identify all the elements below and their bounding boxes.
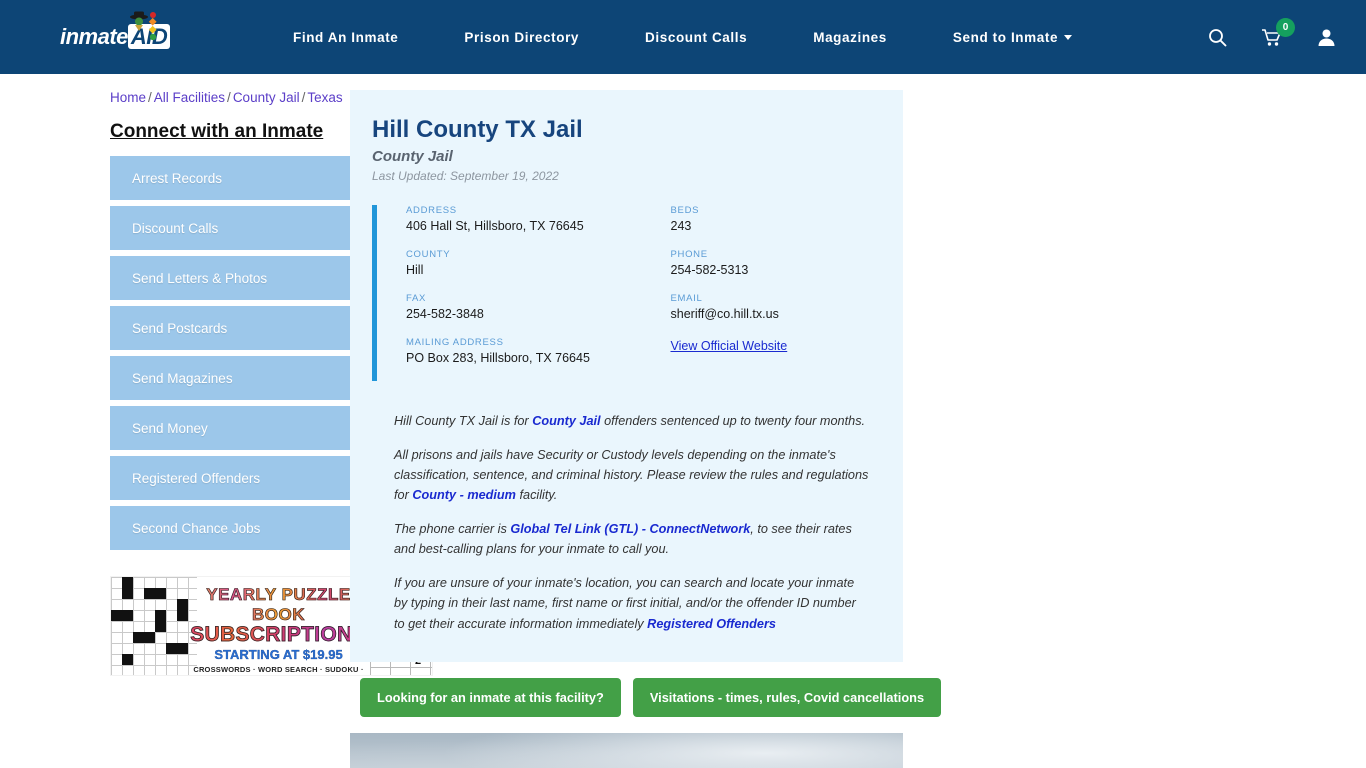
detail-address: ADDRESS 406 Hall St, Hillsboro, TX 76645 <box>406 205 644 233</box>
site-logo[interactable]: inmate AID <box>60 11 180 57</box>
desc-p4-text-a: If you are unsure of your inmate's locat… <box>394 576 856 631</box>
left-sidebar: Home / All Facilities / County Jail / Texas Co… <box>0 90 434 768</box>
ad-line-2: SUBSCRIPTIONS <box>183 623 374 647</box>
facility-details-right-column: BEDS 243 PHONE 254-582-5313 EMAIL sherif… <box>644 205 882 381</box>
page-title: Hill County TX Jail <box>372 116 583 143</box>
detail-value: sheriff@co.hill.tx.us <box>670 307 779 321</box>
desc-p4-link-registered-offenders[interactable]: Registered Offenders <box>647 617 776 631</box>
last-updated-text: Last Updated: September 19, 2022 <box>372 169 559 183</box>
top-navigation-bar: inmate AID Find An Inmate Prison Director… <box>0 0 1366 74</box>
visitations-button[interactable]: Visitations - times, rules, Covid cancel… <box>632 677 942 717</box>
desc-p3-text-a: The phone carrier is <box>394 522 511 537</box>
nav-icon-group: 0 <box>1208 17 1336 47</box>
breadcrumb-separator: / <box>227 90 231 105</box>
detail-label: COUNTY <box>406 249 451 260</box>
desc-p2-link-county-medium[interactable]: County - medium <box>412 488 516 502</box>
breadcrumb: Home / All Facilities / County Jail / Texas <box>110 90 345 105</box>
detail-label: FAX <box>406 293 427 304</box>
detail-beds: BEDS 243 <box>671 205 882 233</box>
main-nav-links: Find An Inmate Prison Directory Discount… <box>260 30 1194 45</box>
detail-website: View Official Website <box>671 337 882 355</box>
description-paragraph-1: Hill County TX Jail is for County Jail o… <box>394 411 869 431</box>
facility-description: Hill County TX Jail is for County Jail o… <box>372 411 881 634</box>
description-paragraph-2: All prisons and jails have Security or C… <box>394 445 869 505</box>
detail-value: 406 Hall St, Hillsboro, TX 76645 <box>406 219 584 233</box>
breadcrumb-item-texas[interactable]: Texas <box>307 90 342 105</box>
user-account-icon[interactable] <box>1317 28 1336 47</box>
sidebar-item-label: Second Chance Jobs <box>110 506 390 550</box>
detail-value: 254-582-5313 <box>670 263 749 277</box>
facility-details-grid: ADDRESS 406 Hall St, Hillsboro, TX 76645… <box>372 205 881 381</box>
detail-label: MAILING ADDRESS <box>406 337 504 348</box>
nav-item-magazines[interactable]: Magazines <box>780 30 920 45</box>
ad-text-block: YEARLY PUZZLE BOOK SUBSCRIPTIONS STARTIN… <box>183 585 374 675</box>
sidebar-item-label: Send Magazines <box>110 356 390 400</box>
search-icon[interactable] <box>1208 28 1227 47</box>
view-official-website-link[interactable]: View Official Website <box>671 339 788 353</box>
sidebar-item-label: Registered Offenders <box>110 456 390 500</box>
desc-p1-link-county-jail[interactable]: County Jail <box>532 414 600 428</box>
looking-for-inmate-button[interactable]: Looking for an inmate at this facility? <box>360 677 621 717</box>
breadcrumb-separator: / <box>301 90 306 105</box>
ad-line-4: CROSSWORDS · WORD SEARCH · SUDOKU · BRAI… <box>193 665 364 675</box>
sidebar-item-label: Send Letters & Photos <box>110 256 390 300</box>
detail-label: BEDS <box>670 205 700 216</box>
breadcrumb-item-county-jail[interactable]: County Jail <box>233 90 300 105</box>
breadcrumb-separator: / <box>148 90 152 105</box>
description-paragraph-3: The phone carrier is Global Tel Link (GT… <box>394 519 869 559</box>
nav-item-find-an-inmate[interactable]: Find An Inmate <box>260 30 431 45</box>
breadcrumb-item-all-facilities[interactable]: All Facilities <box>154 90 225 105</box>
desc-p2-text-b: facility. <box>515 488 558 503</box>
desc-p1-text-a: Hill County TX Jail is for <box>394 414 533 428</box>
logo-mascot-icon <box>130 11 157 41</box>
sidebar-item-label: Send Postcards <box>110 306 390 350</box>
detail-value: 243 <box>670 219 692 233</box>
sidebar-item-label: Discount Calls <box>110 206 390 250</box>
breadcrumb-item-home[interactable]: Home <box>110 90 146 105</box>
facility-type: County Jail <box>372 148 453 165</box>
detail-label: ADDRESS <box>406 205 457 216</box>
detail-value: 254-582-3848 <box>406 307 484 321</box>
detail-value: Hill <box>406 263 424 277</box>
cart-icon[interactable]: 0 <box>1261 17 1295 47</box>
detail-mailing-address: MAILING ADDRESS PO Box 283, Hillsboro, T… <box>406 337 644 365</box>
detail-email: EMAIL sheriff@co.hill.tx.us <box>671 293 882 321</box>
detail-label: PHONE <box>670 249 708 260</box>
detail-phone: PHONE 254-582-5313 <box>671 249 882 277</box>
ad-line-3: STARTING AT $19.95 <box>214 647 343 662</box>
facility-details-left-column: ADDRESS 406 Hall St, Hillsboro, TX 76645… <box>406 205 644 381</box>
nav-item-prison-directory[interactable]: Prison Directory <box>431 30 612 45</box>
detail-county: COUNTY Hill <box>406 249 644 277</box>
facility-info-panel: Hill County TX Jail County Jail Last Upd… <box>350 90 903 662</box>
cta-button-row: Looking for an inmate at this facility? … <box>350 677 942 717</box>
nav-item-discount-calls[interactable]: Discount Calls <box>612 30 780 45</box>
page-body: Home / All Facilities / County Jail / Texas Co… <box>0 74 1366 768</box>
nav-item-send-to-inmate[interactable]: Send to Inmate <box>920 30 1105 45</box>
cart-count-badge: 0 <box>1276 17 1295 37</box>
sidebar-item-label: Arrest Records <box>110 156 390 200</box>
facility-photo <box>350 732 903 768</box>
desc-p3-link-gtl[interactable]: Global Tel Link (GTL) - ConnectNetwork <box>510 522 750 536</box>
ad-line-1: YEARLY PUZZLE BOOK <box>183 585 374 625</box>
description-paragraph-4: If you are unsure of your inmate's locat… <box>394 573 869 633</box>
chevron-down-icon <box>1064 34 1073 40</box>
nav-item-send-to-inmate-label: Send to Inmate <box>952 29 1059 45</box>
desc-p1-text-b: offenders sentenced up to twenty four mo… <box>600 414 866 428</box>
detail-fax: FAX 254-582-3848 <box>406 293 644 321</box>
detail-label: EMAIL <box>670 293 703 304</box>
sidebar-item-label: Send Money <box>110 406 390 450</box>
sidebar-title: Connect with an Inmate <box>110 121 324 142</box>
detail-value: PO Box 283, Hillsboro, TX 76645 <box>406 351 590 365</box>
